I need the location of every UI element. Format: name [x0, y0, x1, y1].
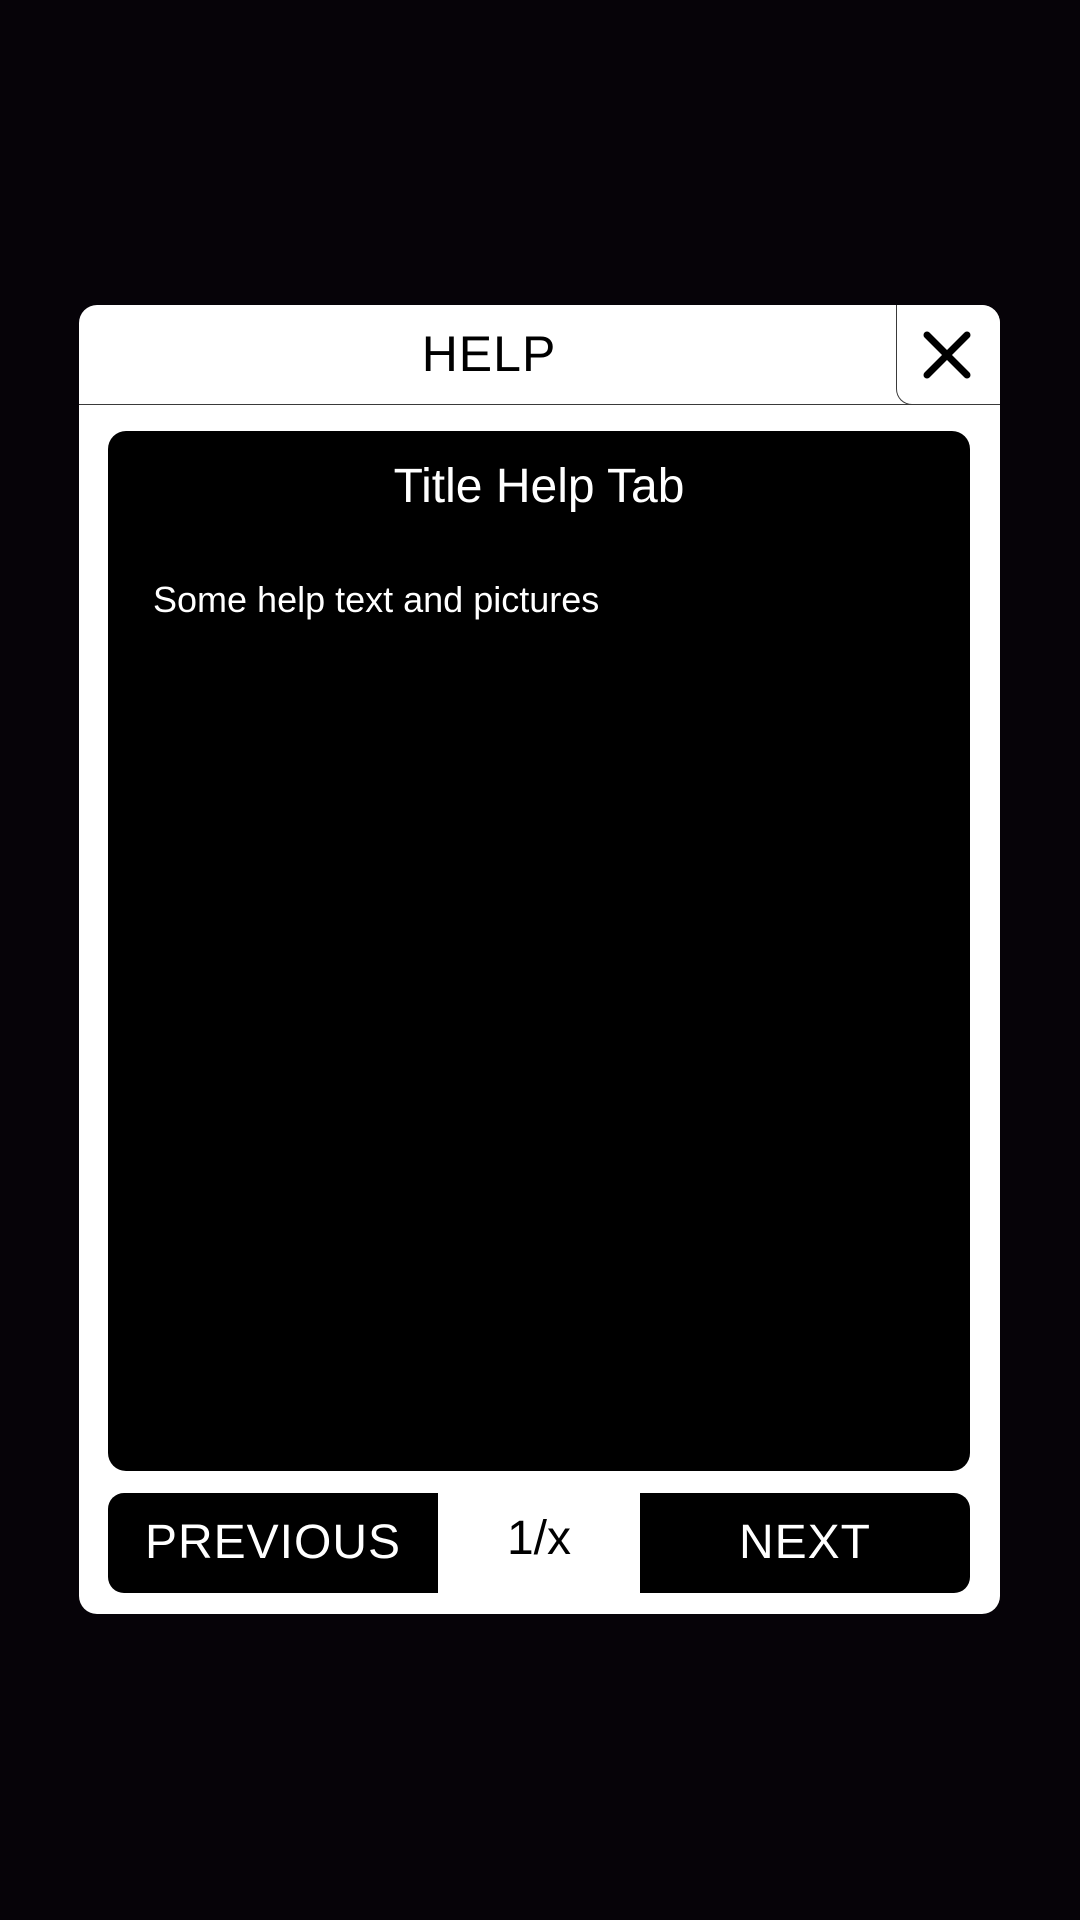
close-icon — [923, 331, 971, 379]
help-content-panel: Title Help Tab Some help text and pictur… — [108, 431, 970, 1471]
next-button[interactable]: NEXT — [640, 1493, 970, 1593]
page-indicator: 1/x — [506, 1512, 572, 1565]
close-button[interactable] — [896, 305, 1000, 405]
dialog-header: HELP — [79, 305, 1000, 405]
help-body-text: Some help text and pictures — [153, 579, 600, 620]
help-dialog: HELP Title Help Tab Some help text and p… — [79, 305, 1000, 1614]
dialog-title: HELP — [421, 326, 557, 382]
help-tab-title: Title Help Tab — [393, 460, 685, 513]
screen: HELP Title Help Tab Some help text and p… — [0, 0, 1080, 1920]
previous-button[interactable]: PREVIOUS — [108, 1493, 438, 1593]
